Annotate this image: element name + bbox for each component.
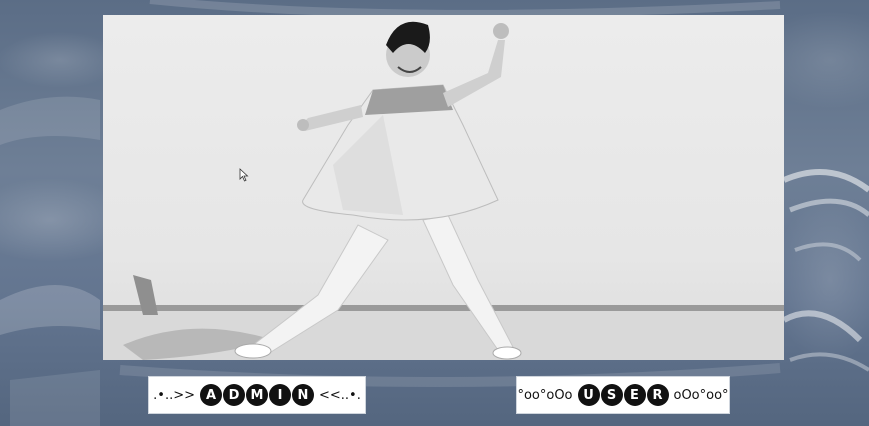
user-button-letters: U S E R [577, 384, 669, 406]
user-button-prefix: °oo°oOo [517, 387, 573, 403]
user-button-suffix: oOo°oo° [673, 387, 729, 403]
dancing-woman-illustration [103, 21, 784, 360]
hero-photo [103, 15, 784, 360]
user-letter-u: U [577, 384, 600, 406]
admin-letter-n: N [292, 384, 314, 406]
user-letter-s: S [600, 384, 623, 406]
admin-letter-i: I [269, 384, 291, 406]
admin-button-letters: A D M I N [200, 384, 314, 406]
user-letter-e: E [623, 384, 646, 406]
admin-button-suffix: <<..•. [319, 387, 361, 403]
mouse-pointer-icon [239, 168, 249, 182]
admin-letter-d: D [223, 384, 245, 406]
admin-button-prefix: .•..>> [153, 387, 195, 403]
admin-letter-a: A [200, 384, 222, 406]
user-button[interactable]: °oo°oOo U S E R oOo°oo° [516, 376, 730, 414]
admin-letter-m: M [246, 384, 268, 406]
user-letter-r: R [646, 384, 669, 406]
admin-button[interactable]: .•..>> A D M I N <<..•. [148, 376, 366, 414]
